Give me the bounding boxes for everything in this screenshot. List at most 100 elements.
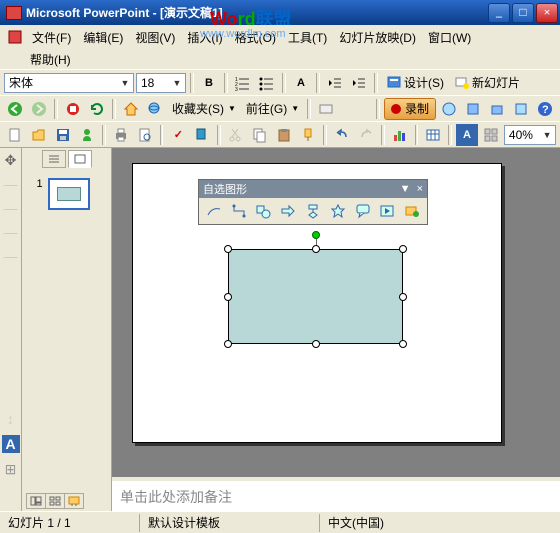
pointer-icon[interactable]: ✥	[3, 152, 19, 168]
research-button[interactable]	[191, 124, 213, 146]
strip-icon[interactable]: —	[3, 200, 19, 216]
slides-tab[interactable]	[68, 150, 92, 168]
cut-button[interactable]	[225, 124, 247, 146]
strip-icon[interactable]: —	[3, 248, 19, 264]
refresh-button[interactable]	[86, 98, 108, 120]
chart-button[interactable]	[389, 124, 411, 146]
grid-button[interactable]	[480, 124, 502, 146]
copy-button[interactable]	[249, 124, 271, 146]
menu-edit[interactable]: 编辑(E)	[77, 27, 129, 48]
strip-icon[interactable]: —	[3, 176, 19, 192]
forward-button[interactable]	[28, 98, 50, 120]
autoshapes-close[interactable]: ×	[417, 183, 423, 195]
outline-tab[interactable]	[42, 150, 66, 168]
slideshow-view-button[interactable]	[64, 493, 84, 509]
increase-indent-button[interactable]	[348, 72, 370, 94]
menu-view[interactable]: 视图(V)	[129, 27, 181, 48]
slide-canvas[interactable]: 自选图形 ▼ ×	[132, 163, 502, 443]
increase-font-button[interactable]: A	[290, 72, 312, 94]
callouts-icon[interactable]	[352, 201, 374, 221]
maximize-button[interactable]: □	[512, 3, 534, 23]
print-button[interactable]	[110, 124, 132, 146]
notes-pane[interactable]: 单击此处添加备注	[112, 477, 560, 511]
autoshapes-titlebar[interactable]: 自选图形 ▼ ×	[199, 180, 427, 198]
flowchart-icon[interactable]	[302, 201, 324, 221]
slide-editor[interactable]: 自选图形 ▼ ×	[112, 148, 560, 477]
resize-handle[interactable]	[312, 245, 320, 253]
zoom-combo[interactable]: 40% ▼	[504, 125, 556, 145]
redo-button[interactable]	[355, 124, 377, 146]
slide-number: 1	[37, 178, 43, 190]
lines-icon[interactable]	[203, 201, 225, 221]
home-button[interactable]	[120, 98, 142, 120]
tool-button-4[interactable]	[510, 98, 532, 120]
menu-window[interactable]: 窗口(W)	[422, 27, 477, 48]
autoshapes-toolbar[interactable]: 自选图形 ▼ ×	[198, 179, 428, 225]
minimize-button[interactable]: _	[488, 3, 510, 23]
block-arrows-icon[interactable]	[277, 201, 299, 221]
favorites-button[interactable]: 收藏夹(S)▼	[168, 98, 240, 120]
undo-button[interactable]	[331, 124, 353, 146]
menu-file[interactable]: 文件(F)	[26, 27, 77, 48]
rotation-handle[interactable]	[312, 231, 320, 239]
stars-icon[interactable]	[327, 201, 349, 221]
more-autoshapes-icon[interactable]	[401, 201, 423, 221]
strip-icon[interactable]: ⊞	[3, 461, 19, 477]
app-menu-icon[interactable]	[4, 26, 26, 48]
strip-icon[interactable]: ↕	[3, 411, 19, 427]
resize-handle[interactable]	[399, 245, 407, 253]
tool-button-3[interactable]	[486, 98, 508, 120]
help-icon[interactable]: ?	[534, 98, 556, 120]
resize-handle[interactable]	[224, 293, 232, 301]
strip-icon[interactable]: —	[3, 224, 19, 240]
menu-slideshow[interactable]: 幻灯片放映(D)	[333, 27, 422, 48]
search-web-button[interactable]	[144, 98, 166, 120]
toolbar-button[interactable]	[315, 98, 337, 120]
color-button[interactable]: A	[456, 124, 478, 146]
tool-button-2[interactable]	[462, 98, 484, 120]
font-color-icon[interactable]: A	[2, 435, 20, 453]
sorter-view-button[interactable]	[45, 493, 65, 509]
new-button[interactable]	[4, 124, 26, 146]
font-size-combo[interactable]: 18 ▼	[136, 73, 186, 93]
slide-thumbnail[interactable]: 1	[37, 178, 97, 210]
open-button[interactable]	[28, 124, 50, 146]
normal-view-button[interactable]	[26, 493, 46, 509]
format-painter-button[interactable]	[297, 124, 319, 146]
record-button[interactable]: 录制	[384, 98, 436, 120]
menu-help[interactable]: 帮助(H)	[24, 49, 77, 70]
stop-button[interactable]	[62, 98, 84, 120]
numbered-list-button[interactable]: 123	[232, 72, 254, 94]
paste-button[interactable]	[273, 124, 295, 146]
autoshapes-options[interactable]: ▼	[400, 183, 411, 195]
resize-handle[interactable]	[312, 340, 320, 348]
bullet-list-button[interactable]	[256, 72, 278, 94]
preview-button[interactable]	[134, 124, 156, 146]
rectangle-fill	[228, 249, 403, 344]
table-button[interactable]	[422, 124, 444, 146]
decrease-indent-button[interactable]	[324, 72, 346, 94]
new-slide-button[interactable]: 新幻灯片	[450, 72, 524, 94]
connectors-icon[interactable]	[228, 201, 250, 221]
bold-button[interactable]: B	[198, 72, 220, 94]
chevron-down-icon: ▼	[228, 104, 236, 113]
basic-shapes-icon[interactable]	[253, 201, 275, 221]
menu-tools[interactable]: 工具(T)	[282, 27, 333, 48]
save-button[interactable]	[52, 124, 74, 146]
selected-rectangle-shape[interactable]	[228, 249, 403, 344]
permission-button[interactable]	[76, 124, 98, 146]
status-template: 默认设计模板	[140, 514, 320, 532]
design-button[interactable]: 设计(S)	[382, 72, 448, 94]
font-combo[interactable]: 宋体 ▼	[4, 73, 134, 93]
goto-button[interactable]: 前往(G)▼	[242, 98, 303, 120]
close-button[interactable]: ×	[536, 3, 558, 23]
resize-handle[interactable]	[399, 293, 407, 301]
back-button[interactable]	[4, 98, 26, 120]
action-buttons-icon[interactable]	[376, 201, 398, 221]
resize-handle[interactable]	[224, 245, 232, 253]
resize-handle[interactable]	[224, 340, 232, 348]
resize-handle[interactable]	[399, 340, 407, 348]
spelling-button[interactable]: ✓	[167, 124, 189, 146]
tool-button-1[interactable]	[438, 98, 460, 120]
svg-text:?: ?	[542, 104, 549, 116]
